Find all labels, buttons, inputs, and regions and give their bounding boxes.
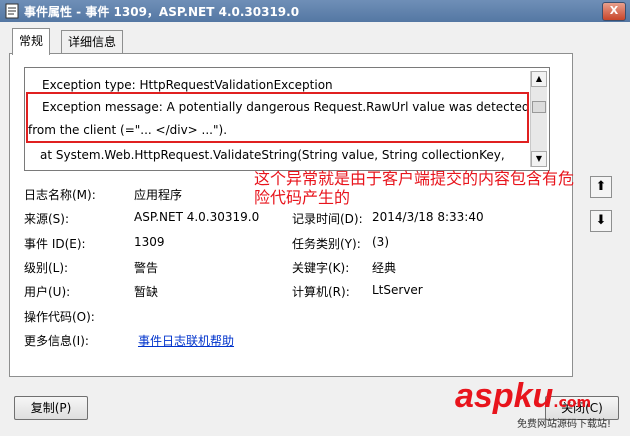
watermark-suffix: .com (553, 395, 592, 411)
next-event-button[interactable]: ⬇ (590, 210, 612, 232)
highlight-box (26, 92, 529, 143)
event-properties-icon (5, 3, 19, 19)
more-info-label: 更多信息(I): (24, 334, 89, 348)
watermark-brand: aspku (455, 377, 554, 415)
logged-label: 记录时间(D): (292, 212, 363, 226)
task-label: 任务类别(Y): (292, 237, 361, 251)
watermark-tagline: 免费网站源码下载站! (517, 419, 612, 430)
source-label: 来源(S): (24, 212, 70, 226)
message-scrollbar[interactable]: ▲ ▼ (530, 71, 547, 167)
user-label: 用户(U): (24, 285, 71, 299)
log-name-label: 日志名称(M): (24, 188, 96, 202)
watermark: aspku.com 免费网站源码下载站! (455, 377, 611, 430)
scroll-thumb[interactable] (532, 101, 546, 113)
previous-event-button[interactable]: ⬆ (590, 176, 612, 198)
title-bar: 事件属性 - 事件 1309，ASP.NET 4.0.30319.0 X (0, 0, 630, 22)
message-line: at System.Web.HttpRequest.ValidateString… (40, 148, 505, 162)
scroll-down-icon[interactable]: ▼ (531, 151, 547, 167)
arrow-up-icon: ⬆ (595, 179, 607, 194)
keywords-value: 经典 (372, 261, 397, 275)
level-value: 警告 (134, 261, 159, 275)
message-line: Exception type: HttpRequestValidationExc… (42, 78, 333, 92)
opcode-label: 操作代码(O): (24, 310, 95, 324)
computer-label: 计算机(R): (292, 285, 350, 299)
log-name-value: 应用程序 (134, 188, 183, 202)
event-id-value: 1309 (134, 235, 165, 249)
arrow-down-icon: ⬇ (595, 213, 607, 228)
level-label: 级别(L): (24, 261, 69, 275)
online-help-link[interactable]: 事件日志联机帮助 (138, 332, 234, 349)
logged-value: 2014/3/18 8:33:40 (372, 210, 484, 224)
tab-details[interactable]: 详细信息 (61, 30, 124, 53)
source-value: ASP.NET 4.0.30319.0 (134, 210, 260, 224)
task-value: (3) (372, 235, 389, 249)
window-close-button[interactable]: X (602, 2, 626, 21)
close-icon: X (609, 4, 619, 17)
tab-general[interactable]: 常规 (12, 28, 51, 55)
keywords-label: 关键字(K): (292, 261, 350, 275)
scroll-up-icon[interactable]: ▲ (531, 71, 547, 87)
annotation-text: 这个异常就是由于客户端提交的内容包含有危险代码产生的 (254, 169, 575, 207)
copy-button[interactable]: 复制(P) (14, 396, 88, 420)
window-title: 事件属性 - 事件 1309，ASP.NET 4.0.30319.0 (24, 5, 300, 19)
event-id-label: 事件 ID(E): (24, 237, 86, 251)
user-value: 暂缺 (134, 285, 159, 299)
computer-value: LtServer (372, 283, 423, 297)
